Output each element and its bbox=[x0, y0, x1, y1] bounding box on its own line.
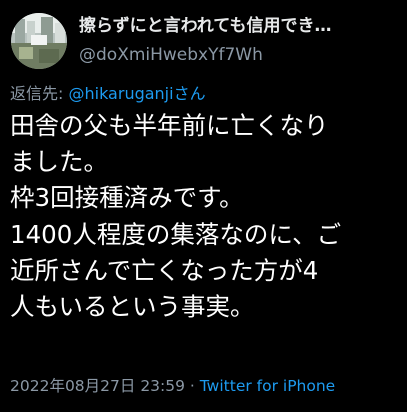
tweet-meta: 2022年08月27日 23:59 · Twitter for iPhone bbox=[10, 375, 335, 397]
meta-separator: · bbox=[185, 377, 200, 395]
reply-mention-link[interactable]: @hikaruganjiさん bbox=[68, 84, 205, 103]
reply-context: 返信先: @hikaruganjiさん bbox=[10, 83, 206, 105]
author-handle[interactable]: @doXmiHwebxYf7Wh bbox=[79, 44, 394, 66]
reply-prefix: 返信先: bbox=[10, 84, 69, 103]
author-display-name[interactable]: 擦らずにと言われても信用でき… bbox=[79, 14, 394, 38]
avatar[interactable] bbox=[11, 13, 67, 69]
tweet-body-line: 枠3回接種済みです。 bbox=[10, 183, 244, 213]
tweet-header: 擦らずにと言われても信用でき… @doXmiHwebxYf7Wh bbox=[8, 10, 398, 72]
tweet-source-link[interactable]: Twitter for iPhone bbox=[200, 377, 335, 395]
tweet-body-line: 近所さんで亡くなった方が4 bbox=[10, 255, 319, 285]
tweet-body-line: 1400人程度の集落なのに、ご bbox=[10, 219, 342, 249]
tweet-body-line: ました。 bbox=[10, 147, 108, 177]
tweet: 擦らずにと言われても信用でき… @doXmiHwebxYf7Wh 返信先: @h… bbox=[0, 0, 407, 412]
author-info: 擦らずにと言われても信用でき… @doXmiHwebxYf7Wh bbox=[79, 14, 394, 66]
tweet-body: 田舎の父も半年前に亡くなり ました。 枠3回接種済みです。 1400人程度の集落… bbox=[10, 108, 405, 325]
tweet-body-line: 田舎の父も半年前に亡くなり bbox=[10, 111, 329, 140]
tweet-timestamp[interactable]: 2022年08月27日 23:59 bbox=[10, 377, 185, 395]
tweet-body-line: 人もいるという事実。 bbox=[10, 292, 255, 322]
avatar-image bbox=[11, 13, 67, 69]
